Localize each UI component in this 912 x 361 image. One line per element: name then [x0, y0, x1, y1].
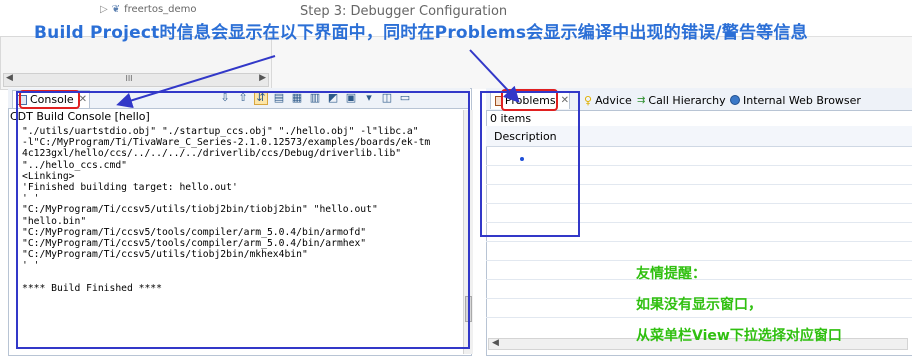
arrow-to-console: [116, 55, 276, 109]
annotation-arrows: [116, 49, 520, 109]
tip-title: 友情提醒：: [636, 266, 706, 282]
arrow-to-problems: [469, 49, 520, 103]
tip-line-1: 如果没有显示窗口，: [636, 297, 762, 313]
tip-line-2: 从菜单栏View下拉选择对应窗口: [636, 328, 842, 344]
